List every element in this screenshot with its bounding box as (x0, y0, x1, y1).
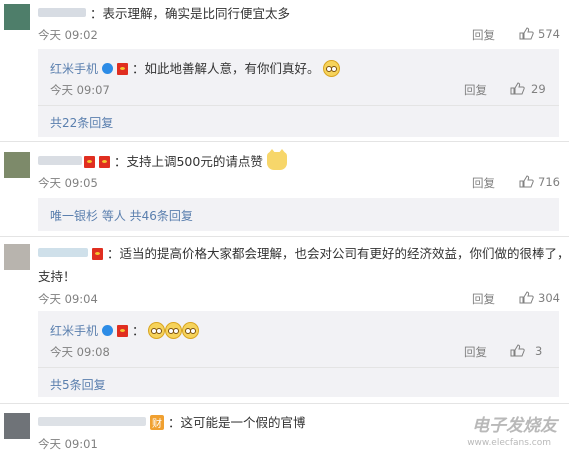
reply-author[interactable]: 红米手机 (50, 324, 98, 338)
more-replies-link[interactable]: 共22条回复 (50, 114, 113, 131)
reply-time: 今天 09:08 (50, 345, 110, 359)
divider (38, 367, 559, 368)
red-envelope-icon (84, 156, 95, 168)
thumbs-up-icon[interactable] (519, 175, 534, 188)
comment-text: ：这可能是一个假的官博 (167, 415, 306, 430)
like-count: 3 (535, 344, 543, 358)
reply-button[interactable]: 回复 (464, 344, 487, 360)
thumbs-up-icon[interactable] (519, 27, 534, 40)
blurred-username (38, 417, 146, 426)
verified-v-icon (102, 325, 113, 336)
red-envelope-icon (116, 63, 128, 75)
red-envelope-icon (98, 156, 110, 168)
emoji-face-icon (182, 322, 200, 339)
reply-line: 红米手机 ： (50, 320, 200, 339)
watermark-logo-text: 电子发烧友 (472, 416, 557, 436)
emoji-face-icon (148, 322, 166, 339)
reply-text: ： (131, 323, 145, 338)
reply-time: 今天 09:07 (50, 83, 110, 97)
more-replies-link[interactable]: 等人 共46条回复 (98, 209, 193, 223)
reply-button[interactable]: 回复 (472, 291, 495, 307)
divider (0, 236, 569, 237)
reply-line: 红米手机 ：如此地善解人意，有你们真好。 (50, 58, 341, 77)
more-replies-link[interactable]: 共5条回复 (50, 376, 106, 393)
like-count: 716 (538, 175, 560, 189)
reply-box: 唯一银杉 等人 共46条回复 (38, 198, 559, 231)
comment-text: ：适当的提高价格大家都会理解，也会对公司有更好的经济效益，你们做的很棒了， (106, 246, 569, 261)
blurred-username (38, 8, 86, 17)
comment-line: ：支持上调500元的请点赞 (84, 149, 287, 170)
reply-button[interactable]: 回复 (472, 27, 495, 43)
comment-text: ：表示理解，确实是比同行便宜太多 (90, 6, 291, 21)
reply-user-link[interactable]: 唯一银杉 (50, 209, 98, 223)
comment-text-line2: 支持！ (38, 269, 76, 284)
comment-time: 今天 09:01 (38, 437, 98, 451)
emoji-face-icon (165, 322, 183, 339)
red-envelope-icon (92, 248, 103, 260)
divider (0, 403, 569, 404)
reply-text: ：如此地善解人意，有你们真好。 (131, 61, 320, 76)
reply-box: 红米手机 ： 今天 09:08 回复 3 共5条回复 (38, 311, 559, 397)
avatar[interactable] (4, 4, 30, 30)
divider (0, 141, 569, 142)
avatar[interactable] (4, 413, 30, 439)
thumbs-up-icon[interactable] (510, 344, 525, 357)
blurred-username (38, 156, 82, 165)
comment-text: ：支持上调500元的请点赞 (113, 154, 263, 169)
verified-v-icon (102, 63, 113, 74)
like-count: 29 (531, 82, 546, 96)
comment-line: 财 ：这可能是一个假的官博 (150, 412, 306, 431)
divider (38, 105, 559, 106)
wealth-badge: 财 (150, 415, 164, 430)
comment-line: ：适当的提高价格大家都会理解，也会对公司有更好的经济效益，你们做的很棒了， (92, 243, 569, 262)
thumbs-up-icon[interactable] (510, 82, 525, 95)
thumbs-up-icon[interactable] (519, 291, 534, 304)
red-envelope-icon (116, 325, 128, 337)
reply-button[interactable]: 回复 (464, 82, 487, 98)
reply-box: 红米手机 ：如此地善解人意，有你们真好。 今天 09:07 回复 29 共22条… (38, 49, 559, 137)
comment-time: 今天 09:05 (38, 176, 98, 190)
blurred-username (38, 248, 88, 257)
avatar[interactable] (4, 152, 30, 178)
avatar[interactable] (4, 244, 30, 270)
like-count: 304 (538, 291, 560, 305)
comment-time: 今天 09:04 (38, 292, 98, 306)
like-count: 574 (538, 27, 560, 41)
watermark-url: www.elecfans.com (467, 438, 551, 448)
cat-emoji-icon (266, 149, 287, 170)
comment-time: 今天 09:02 (38, 28, 98, 42)
reply-button[interactable]: 回复 (472, 175, 495, 191)
more-replies-line[interactable]: 唯一银杉 等人 共46条回复 (50, 207, 193, 224)
reply-author[interactable]: 红米手机 (50, 62, 98, 76)
emoji-face-icon (323, 60, 341, 77)
